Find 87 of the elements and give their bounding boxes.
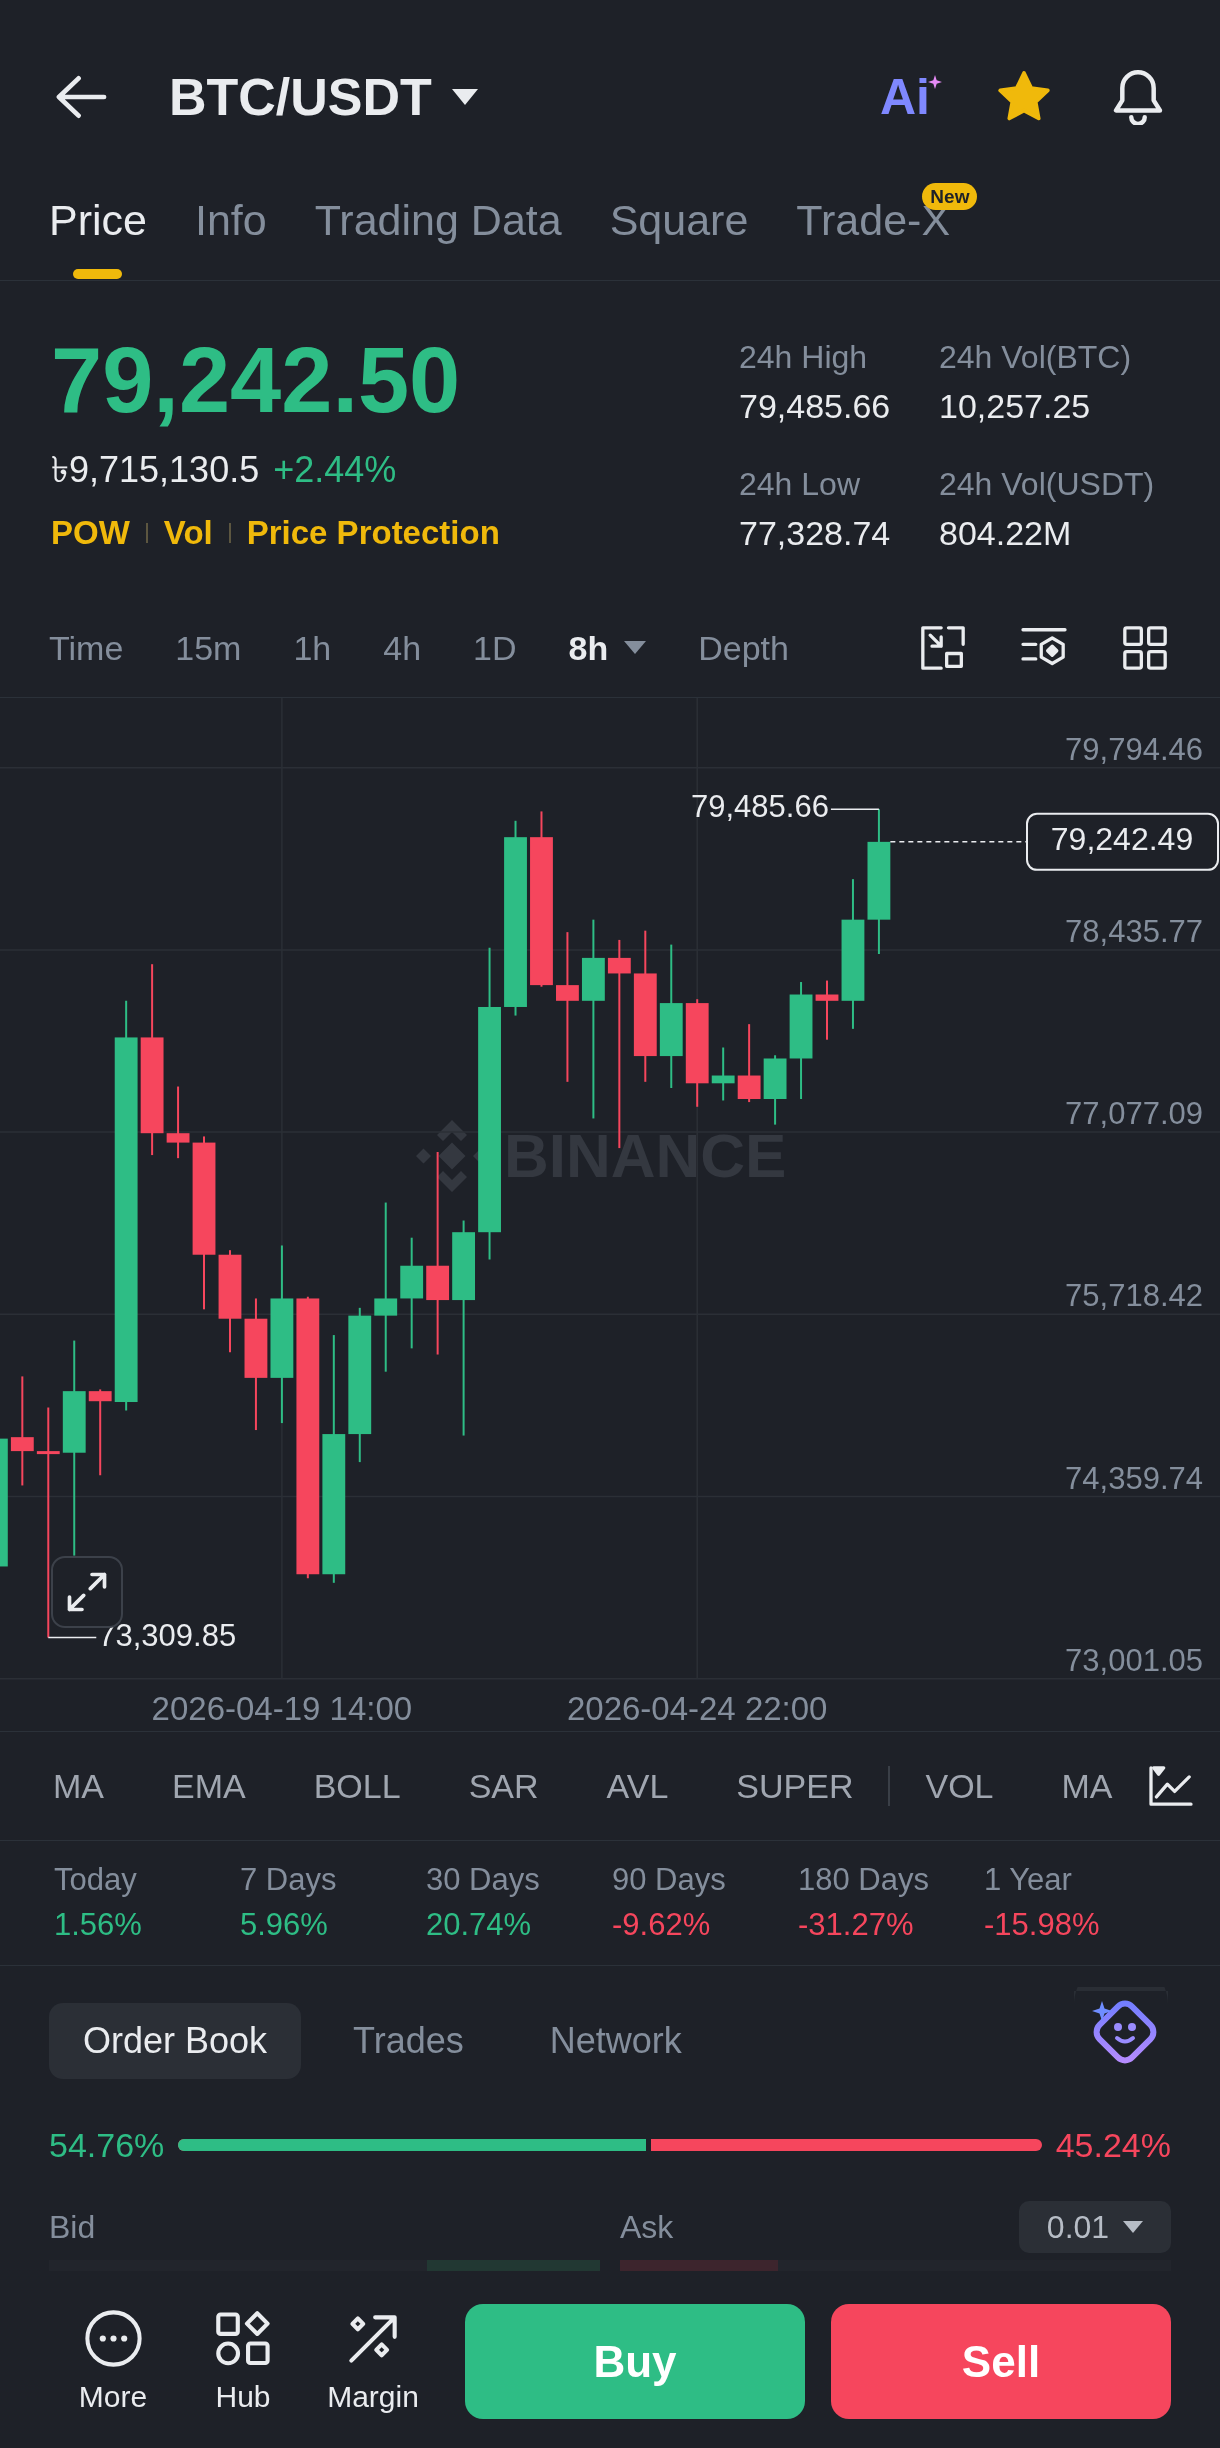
axis-label: 74,359.74 xyxy=(1065,1460,1203,1496)
interval-tab[interactable]: Time xyxy=(49,626,124,669)
axis-label: 77,077.09 xyxy=(1065,1096,1203,1132)
stat-value: 79,485.66 xyxy=(739,386,892,427)
local-currency-price: ৳9,715,130.5 xyxy=(51,448,260,492)
order-book-tab[interactable]: Trades xyxy=(319,2003,498,2079)
leader-line xyxy=(830,808,880,810)
caret-down-icon xyxy=(1123,2221,1144,2233)
change-value: 5.96% xyxy=(240,1906,329,1944)
stat-value: 804.22M xyxy=(939,513,1073,554)
interval-tab[interactable]: Depth xyxy=(698,626,789,669)
last-price: 79,242.50 xyxy=(51,330,462,430)
axis-label: 79,794.46 xyxy=(1065,731,1203,767)
tab[interactable]: Info xyxy=(194,195,267,279)
bid-column-header: Bid xyxy=(49,2208,97,2247)
tag-link[interactable]: POW xyxy=(51,512,130,554)
interval-tab[interactable]: 8h xyxy=(568,626,647,669)
ask-ratio-label: 45.24% xyxy=(1055,2125,1171,2165)
change-value: 1.56% xyxy=(54,1906,143,1944)
interval-tab[interactable]: 1D xyxy=(473,626,517,669)
period-label: Today xyxy=(54,1861,138,1899)
tab[interactable]: Square xyxy=(609,195,749,279)
indicator-tab[interactable]: BOLL xyxy=(313,1765,401,1807)
expand-icon xyxy=(67,1572,107,1612)
hub-button[interactable]: Hub xyxy=(193,2304,293,2415)
low-price-label: 73,309.85 xyxy=(98,1617,237,1653)
change-value: -9.62% xyxy=(612,1906,712,1944)
candlestick xyxy=(711,1046,735,1102)
stat-label: 24h Vol(BTC) xyxy=(939,338,1133,377)
period-label: 180 Days xyxy=(798,1861,930,1899)
period-label: 90 Days xyxy=(612,1861,727,1899)
bid-ratio-label: 54.76% xyxy=(49,2125,165,2165)
caret-down-icon xyxy=(451,89,478,105)
diagonal-arrow-icon xyxy=(347,2312,399,2365)
sparkle-icon xyxy=(928,75,942,89)
interval-tab[interactable]: 4h xyxy=(383,626,422,669)
sell-button[interactable]: Sell xyxy=(831,2304,1171,2419)
change-value: -15.98% xyxy=(984,1906,1101,1944)
interval-tab[interactable]: 1h xyxy=(293,626,332,669)
stat-label: 24h High xyxy=(739,338,869,377)
indicator-tab[interactable]: SUPER xyxy=(736,1765,854,1807)
order-book-tab[interactable]: Order Book xyxy=(49,2003,302,2079)
change-value: 20.74% xyxy=(426,1906,533,1944)
stat-label: 24h Vol(USDT) xyxy=(939,465,1156,504)
last-price-tag: 79,242.49 xyxy=(1026,812,1219,871)
period-label: 1 Year xyxy=(984,1861,1073,1899)
stat-value: 10,257.25 xyxy=(939,386,1092,427)
window-arrow-icon[interactable] xyxy=(921,625,965,670)
axis-label: 2026-04-24 22:00 xyxy=(566,1689,828,1727)
pair-selector[interactable]: BTC/USDT xyxy=(169,66,478,128)
tab[interactable]: Price xyxy=(49,195,147,279)
axis-label: 75,718.42 xyxy=(1065,1278,1203,1314)
indicator-tab[interactable]: VOL xyxy=(925,1765,994,1807)
grid-icon[interactable] xyxy=(1123,625,1167,670)
indicator-tab[interactable]: EMA xyxy=(172,1765,246,1807)
more-button[interactable]: More xyxy=(63,2304,163,2415)
leader-line xyxy=(47,1636,98,1639)
interval-tab[interactable]: 15m xyxy=(175,626,242,669)
candlestick xyxy=(815,979,839,1041)
high-price-label: 79,485.66 xyxy=(691,789,829,825)
indicator-tab[interactable]: MA xyxy=(53,1765,104,1807)
tag-link[interactable]: Vol xyxy=(163,512,213,554)
candlestick xyxy=(763,1054,787,1126)
axis-label: 73,001.05 xyxy=(1065,1642,1203,1678)
ai-button[interactable]: Ai xyxy=(880,69,942,125)
stat-label: 24h Low xyxy=(739,465,861,504)
change-value: -31.27% xyxy=(798,1906,915,1944)
ask-column-header: Ask xyxy=(620,2208,674,2247)
line-chart-icon[interactable] xyxy=(1149,1766,1193,1806)
axis-label: 2026-04-19 14:00 xyxy=(151,1689,413,1727)
margin-button[interactable]: Margin xyxy=(323,2304,423,2415)
order-book-tab[interactable]: Network xyxy=(515,2003,716,2079)
tag-link[interactable]: Price Protection xyxy=(246,512,500,554)
tab[interactable]: Trading Data xyxy=(314,195,562,279)
shapes-grid-icon xyxy=(215,2311,271,2366)
bell-icon[interactable] xyxy=(1111,69,1165,125)
precision-select[interactable]: 0.01 xyxy=(1019,2201,1171,2253)
axis-label: 78,435.77 xyxy=(1065,914,1203,950)
stat-value: 77,328.74 xyxy=(739,513,892,554)
indicator-tab[interactable]: AVL xyxy=(606,1765,669,1807)
price-change: +2.44% xyxy=(273,448,397,492)
more-icon xyxy=(84,2310,142,2367)
indicator-tab[interactable]: MA xyxy=(1061,1765,1113,1807)
period-label: 7 Days xyxy=(240,1861,338,1899)
period-label: 30 Days xyxy=(426,1861,541,1899)
back-arrow-icon[interactable] xyxy=(56,75,107,119)
indicator-tab[interactable]: SAR xyxy=(468,1765,539,1807)
